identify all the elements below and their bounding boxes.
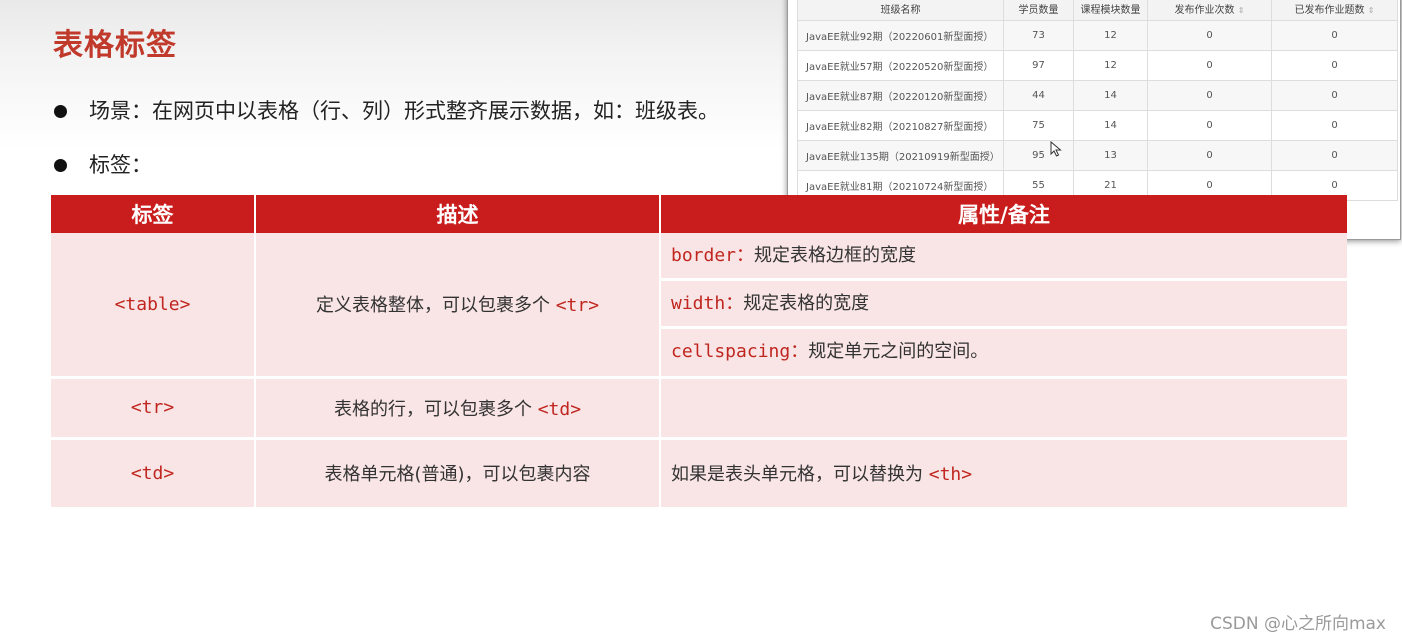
bullet-text: 场景：在网页中以表格（行、列）形式整齐展示数据，如：班级表。	[89, 99, 719, 123]
table-row[interactable]: JavaEE就业82期（20210827新型面授） 75 14 0 0	[797, 110, 1398, 141]
description-text: 表格的行，可以包裹多个	[333, 398, 532, 420]
description-cell: 表格单元格(普通)，可以包裹内容	[255, 438, 661, 510]
attribute-description: 规定表格边框的宽度	[754, 245, 917, 266]
assignment-count-cell: 0	[1147, 20, 1272, 51]
module-count-cell: 14	[1073, 110, 1148, 141]
attribute-name: cellspacing	[671, 341, 791, 362]
sort-icon[interactable]: ⇕	[1368, 6, 1375, 15]
attribute-separator: ：	[725, 293, 744, 314]
class-table-header-cell[interactable]: 班级名称	[797, 0, 1004, 21]
module-count-cell: 13	[1073, 140, 1148, 171]
table-row-tr-tag: <tr> 表格的行，可以包裹多个 <td>	[51, 377, 1347, 440]
attributes-cell	[660, 377, 1347, 440]
question-count-cell: 0	[1271, 140, 1398, 171]
description-cell: 定义表格整体，可以包裹多个 <tr>	[255, 233, 661, 379]
table-row[interactable]: JavaEE就业92期（20220601新型面授） 73 12 0 0	[797, 20, 1398, 51]
assignment-count-cell: 0	[1147, 80, 1272, 111]
bullet-list: 场景：在网页中以表格（行、列）形式整齐展示数据，如：班级表。 标签：	[52, 96, 812, 180]
table-row-td-tag: <td> 表格单元格(普通)，可以包裹内容 如果是表头单元格，可以替换为 <th…	[51, 438, 1347, 510]
description-text: 定义表格整体，可以包裹多个	[315, 295, 550, 317]
bullet-item-tags: 标签：	[52, 150, 812, 180]
header-description: 描述	[255, 195, 661, 233]
attribute-description: 规定单元之间的空间。	[808, 341, 989, 362]
assignment-count-cell: 0	[1147, 50, 1272, 81]
tag-cell: <td>	[51, 438, 256, 510]
class-table-header-cell[interactable]: 已发布作业题数 ⇕	[1271, 0, 1398, 21]
description-cell: 表格的行，可以包裹多个 <td>	[255, 377, 661, 440]
class-name-cell: JavaEE就业82期（20210827新型面授）	[797, 110, 1004, 141]
module-count-cell: 14	[1073, 80, 1148, 111]
note-code: <th>	[928, 464, 973, 485]
table-row-table-tag: <table> 定义表格整体，可以包裹多个 <tr> border：规定表格边框…	[51, 233, 1347, 379]
header-attributes: 属性/备注	[660, 195, 1347, 233]
bullet-dot-icon	[54, 159, 67, 172]
class-name-cell: JavaEE就业87期（20220120新型面授）	[797, 80, 1004, 111]
sort-icon[interactable]: ⇕	[1238, 6, 1245, 15]
class-name-cell: JavaEE就业57期（20220520新型面授）	[797, 50, 1004, 81]
description-code: <tr>	[555, 295, 600, 317]
tag-table-header-row: 标签 描述 属性/备注	[51, 195, 1347, 233]
attributes-cell: 如果是表头单元格，可以替换为 <th>	[660, 438, 1347, 510]
bullet-dot-icon	[54, 105, 67, 118]
student-count-cell: 75	[1003, 110, 1074, 141]
attribute-description: 规定表格的宽度	[743, 293, 870, 314]
attributes-cell: border：规定表格边框的宽度 width：规定表格的宽度 cellspaci…	[660, 233, 1347, 379]
student-count-cell: 97	[1003, 50, 1074, 81]
table-row[interactable]: JavaEE就业57期（20220520新型面授） 97 12 0 0	[797, 50, 1398, 81]
attribute-width: width：规定表格的宽度	[661, 281, 1347, 329]
student-count-cell: 44	[1003, 80, 1074, 111]
tag-code: <tr>	[130, 397, 175, 418]
assignment-count-cell: 0	[1147, 110, 1272, 141]
mouse-cursor-icon	[1050, 141, 1062, 157]
header-tag: 标签	[51, 195, 256, 233]
tag-code: <td>	[130, 462, 175, 484]
attribute-name: border	[671, 245, 737, 266]
student-count-cell: 73	[1003, 20, 1074, 51]
description-code: <td>	[537, 398, 582, 420]
tag-cell: <table>	[51, 233, 256, 379]
class-table-header-cell[interactable]: 发布作业次数 ⇕	[1147, 0, 1272, 21]
class-name-cell: JavaEE就业135期（20210919新型面授）	[797, 140, 1004, 171]
assignment-count-cell: 0	[1147, 140, 1272, 171]
class-table-header-row: 班级名称 学员数量 课程模块数量 发布作业次数 ⇕ 已发布作业题数 ⇕	[797, 0, 1398, 21]
description-text: 表格单元格(普通)，可以包裹内容	[324, 464, 591, 485]
slide-title: 表格标签	[53, 28, 177, 63]
student-count-cell: 95	[1003, 140, 1074, 171]
table-row[interactable]: JavaEE就业87期（20220120新型面授） 44 14 0 0	[797, 80, 1398, 111]
attribute-cellspacing: cellspacing：规定单元之间的空间。	[661, 329, 1347, 374]
question-count-cell: 0	[1271, 110, 1398, 141]
module-count-cell: 12	[1073, 20, 1148, 51]
tag-reference-table: 标签 描述 属性/备注 <table> 定义表格整体，可以包裹多个 <tr> b…	[51, 195, 1347, 510]
tag-cell: <tr>	[51, 377, 256, 440]
bullet-item-scenario: 场景：在网页中以表格（行、列）形式整齐展示数据，如：班级表。	[52, 96, 812, 126]
class-table-header-cell[interactable]: 学员数量	[1003, 0, 1074, 21]
note-text: 如果是表头单元格，可以替换为	[671, 464, 923, 485]
bullet-text: 标签：	[89, 153, 152, 177]
class-table-header-cell[interactable]: 课程模块数量	[1073, 0, 1148, 21]
module-count-cell: 12	[1073, 50, 1148, 81]
attribute-separator: ：	[736, 245, 755, 266]
question-count-cell: 0	[1271, 50, 1398, 81]
attribute-separator: ：	[790, 341, 809, 362]
class-table: 班级名称 学员数量 课程模块数量 发布作业次数 ⇕ 已发布作业题数 ⇕ Java…	[797, 0, 1398, 201]
question-count-cell: 0	[1271, 20, 1398, 51]
attribute-name: width	[671, 293, 726, 314]
class-name-cell: JavaEE就业92期（20220601新型面授）	[797, 20, 1004, 51]
watermark: CSDN @心之所向max	[1210, 614, 1386, 634]
tag-code: <table>	[114, 293, 191, 315]
table-row[interactable]: JavaEE就业135期（20210919新型面授） 95 13 0 0	[797, 140, 1398, 171]
attribute-border: border：规定表格边框的宽度	[661, 233, 1347, 281]
question-count-cell: 0	[1271, 80, 1398, 111]
